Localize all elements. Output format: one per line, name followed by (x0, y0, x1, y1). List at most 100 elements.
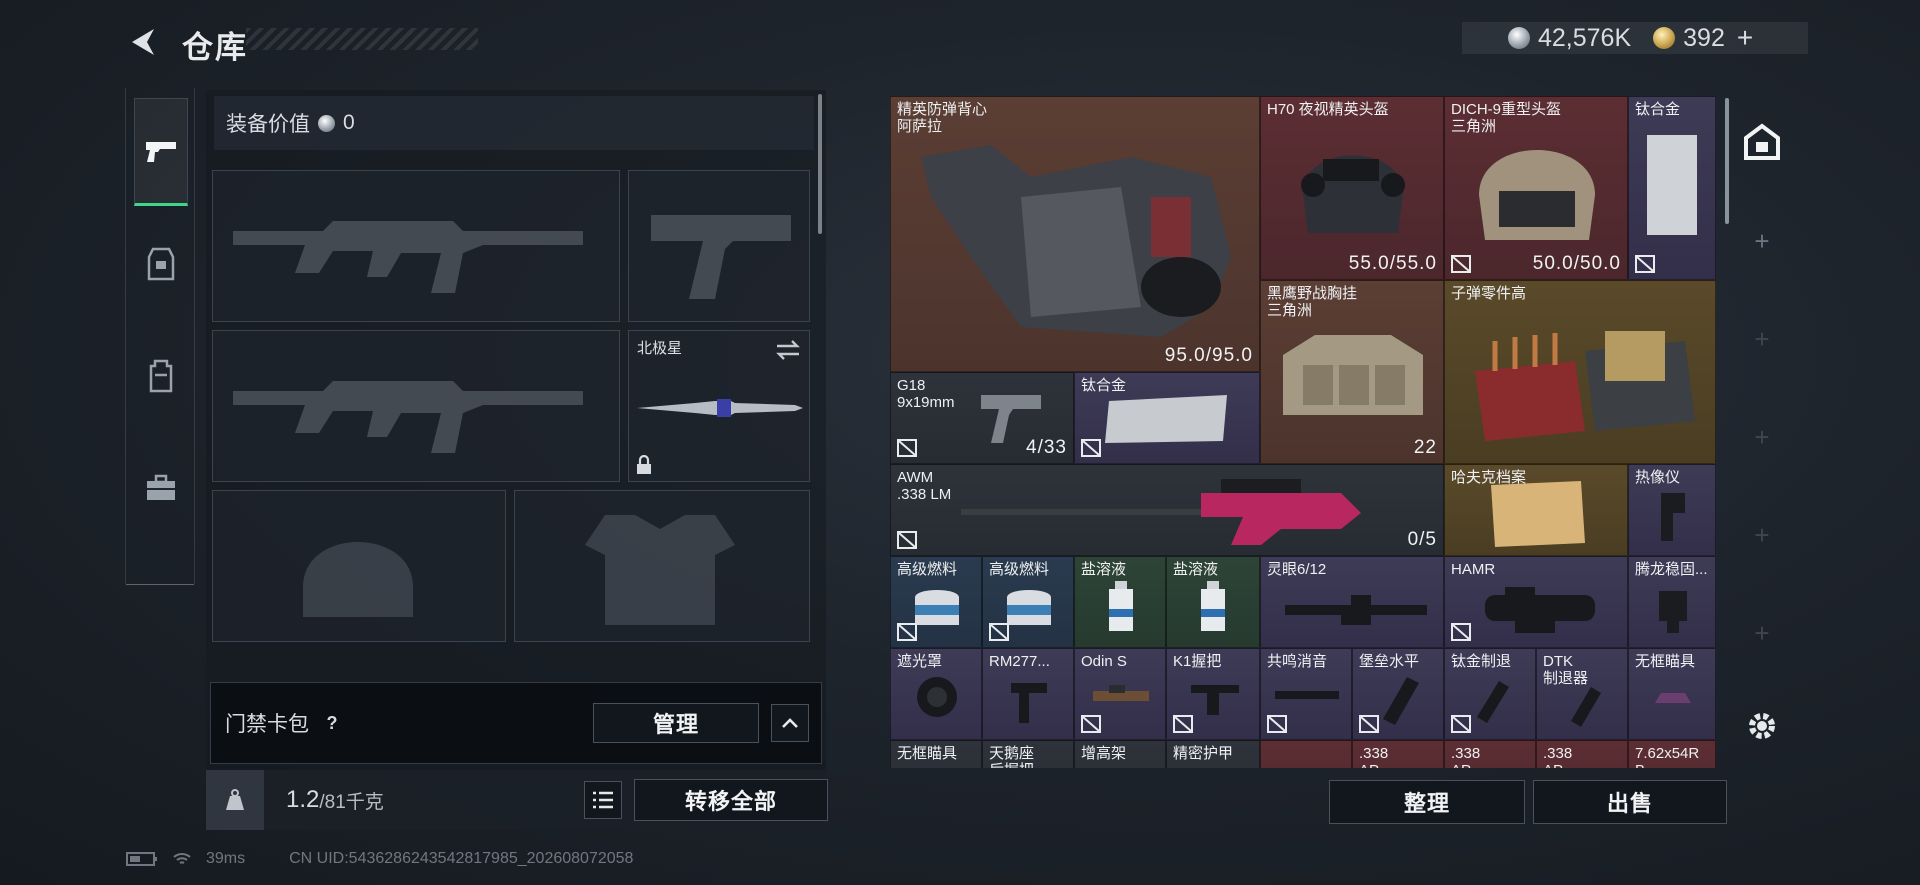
add-storage-page-button[interactable]: + (1722, 412, 1802, 462)
grid-item[interactable]: 子弹零件高 (1444, 280, 1716, 464)
grid-item[interactable]: 天鹅座 后握把 (982, 740, 1074, 768)
primary-weapon-slot-2[interactable] (212, 330, 620, 482)
muzzle-brake-icon (1383, 677, 1419, 725)
item-name: 腾龙稳固... (1635, 561, 1708, 578)
item-name: 热像仪 (1635, 469, 1681, 486)
item-name: 无框瞄具 (897, 745, 958, 762)
storage-page-main[interactable] (1722, 114, 1802, 170)
swap-icon[interactable] (775, 339, 801, 361)
grid-item[interactable]: RM277... (982, 648, 1074, 740)
grid-item[interactable]: 增高架 (1074, 740, 1166, 768)
grid-item[interactable]: 灵眼6/12 (1260, 556, 1444, 648)
tab-backpack[interactable] (134, 322, 188, 430)
collapse-button[interactable] (771, 704, 809, 742)
helmet-slot[interactable] (212, 490, 506, 642)
item-name: HAMR (1451, 561, 1496, 578)
tab-safe-box[interactable] (134, 434, 188, 542)
item-name: 高级燃料 (989, 561, 1050, 578)
grid-item[interactable]: .338 AP (1352, 740, 1444, 768)
grid-item[interactable]: 腾龙稳固... (1628, 556, 1716, 648)
item-name: .338 AP (1451, 745, 1481, 768)
help-icon[interactable]: ? (321, 712, 343, 734)
grid-item[interactable]: K1握把 (1166, 648, 1260, 740)
item-name: 盐溶液 (1081, 561, 1127, 578)
settings-button[interactable] (1722, 696, 1802, 756)
grid-item[interactable]: Odin S (1074, 648, 1166, 740)
transfer-all-button[interactable]: 转移全部 (634, 779, 828, 821)
chest-rig-icon (147, 247, 175, 281)
primary-weapon-slot[interactable] (212, 170, 620, 322)
no-insure-icon (1451, 255, 1471, 273)
grid-item[interactable]: DTK 制退器 (1536, 648, 1628, 740)
grid-item[interactable]: G18 9x19mm 4/33 (890, 372, 1074, 464)
item-name: 钛金制退 (1451, 653, 1512, 670)
add-storage-page-button[interactable]: + (1722, 314, 1802, 364)
status-bar: 39ms CN UID:5436286243542817985_20260807… (126, 850, 633, 868)
grid-item[interactable]: 高级燃料 (890, 556, 982, 648)
equip-value-bar: 装备价值 0 (214, 96, 814, 150)
add-gold-button[interactable]: + (1737, 22, 1753, 54)
gold-coin-icon (1653, 27, 1676, 49)
item-ammo: 4/33 (1026, 437, 1067, 458)
sell-button[interactable]: 出售 (1533, 780, 1727, 824)
equipment-scrollbar[interactable] (818, 94, 822, 234)
toolbox-icon (147, 474, 175, 500)
uid-text: CN UID:5436286243542817985_202608072058 (289, 850, 634, 867)
grid-item[interactable]: HAMR (1444, 556, 1628, 648)
grid-item[interactable]: 精英防弹背心 阿萨拉 95.0/95.0 (890, 96, 1260, 372)
hamr-scope-icon (1485, 587, 1595, 633)
melee-slot[interactable]: 北极星 (628, 330, 810, 482)
list-view-button[interactable] (584, 781, 622, 819)
add-storage-page-button[interactable]: + (1722, 608, 1802, 658)
silver-amount: 42,576K (1538, 23, 1632, 52)
item-name: 精英防弹背心 阿萨拉 (897, 101, 988, 135)
grid-item[interactable]: 无框瞄具 (890, 740, 982, 768)
item-name: 钛合金 (1635, 101, 1681, 118)
grid-item[interactable]: 热像仪 (1628, 464, 1716, 556)
fuel-can-icon (1007, 590, 1051, 625)
chest-rig-item-icon (1283, 335, 1423, 415)
grid-item[interactable]: 无框瞄具 (1628, 648, 1716, 740)
fuel-can-icon (915, 590, 959, 625)
grid-item[interactable]: .338 AP (1444, 740, 1536, 768)
rifle-silhouette-icon (233, 381, 583, 453)
tab-weapons[interactable] (134, 98, 188, 206)
item-name: Odin S (1081, 653, 1127, 670)
back-arrow-icon[interactable] (126, 24, 162, 60)
grid-item[interactable]: 钛金制退 (1444, 648, 1536, 740)
battery-icon (126, 852, 157, 866)
grid-item[interactable]: 盐溶液 (1074, 556, 1166, 648)
grid-item[interactable]: AWM .338 LM 0/5 (890, 464, 1444, 556)
grid-item[interactable]: 高级燃料 (982, 556, 1074, 648)
item-name: 高级燃料 (897, 561, 958, 578)
no-insure-icon (1081, 439, 1101, 457)
grid-item[interactable]: 盐溶液 (1166, 556, 1260, 648)
grid-item[interactable]: 堡垒水平 (1352, 648, 1444, 740)
red-dot-sight-icon (1655, 693, 1691, 703)
sort-button[interactable]: 整理 (1329, 780, 1525, 824)
grid-item[interactable]: DICH-9重型头盔 三角洲 50.0/50.0 (1444, 96, 1628, 280)
manage-button[interactable]: 管理 (593, 703, 759, 743)
grid-item[interactable]: 精密护甲 (1166, 740, 1260, 768)
grid-item[interactable]: 遮光罩 (890, 648, 982, 740)
grid-item[interactable]: 钛合金 (1628, 96, 1716, 280)
armor-slot[interactable] (514, 490, 810, 642)
grid-item[interactable]: 7.62x54R B (1628, 740, 1716, 768)
knife-icon (637, 399, 803, 417)
grid-item[interactable] (1260, 740, 1352, 768)
grid-item[interactable]: 黑鹰野战胸挂 三角洲 22 (1260, 280, 1444, 464)
add-storage-page-button[interactable]: + (1722, 216, 1802, 266)
backpack-icon (149, 359, 173, 393)
grid-item[interactable]: 钛合金 (1074, 372, 1260, 464)
grid-item[interactable]: 哈夫克档案 (1444, 464, 1628, 556)
storage-house-icon (1744, 123, 1780, 160)
tab-chest-rig[interactable] (134, 210, 188, 318)
grid-item[interactable]: 共鸣消音 (1260, 648, 1352, 740)
plus-icon: + (1754, 225, 1770, 256)
grid-item[interactable]: .338 AP (1536, 740, 1628, 768)
no-insure-icon (1451, 623, 1471, 641)
grid-item[interactable]: H70 夜视精英头盔 55.0/55.0 (1260, 96, 1444, 280)
add-storage-page-button[interactable]: + (1722, 510, 1802, 560)
heavy-helmet-icon (1479, 150, 1595, 240)
secondary-weapon-slot[interactable] (628, 170, 810, 322)
